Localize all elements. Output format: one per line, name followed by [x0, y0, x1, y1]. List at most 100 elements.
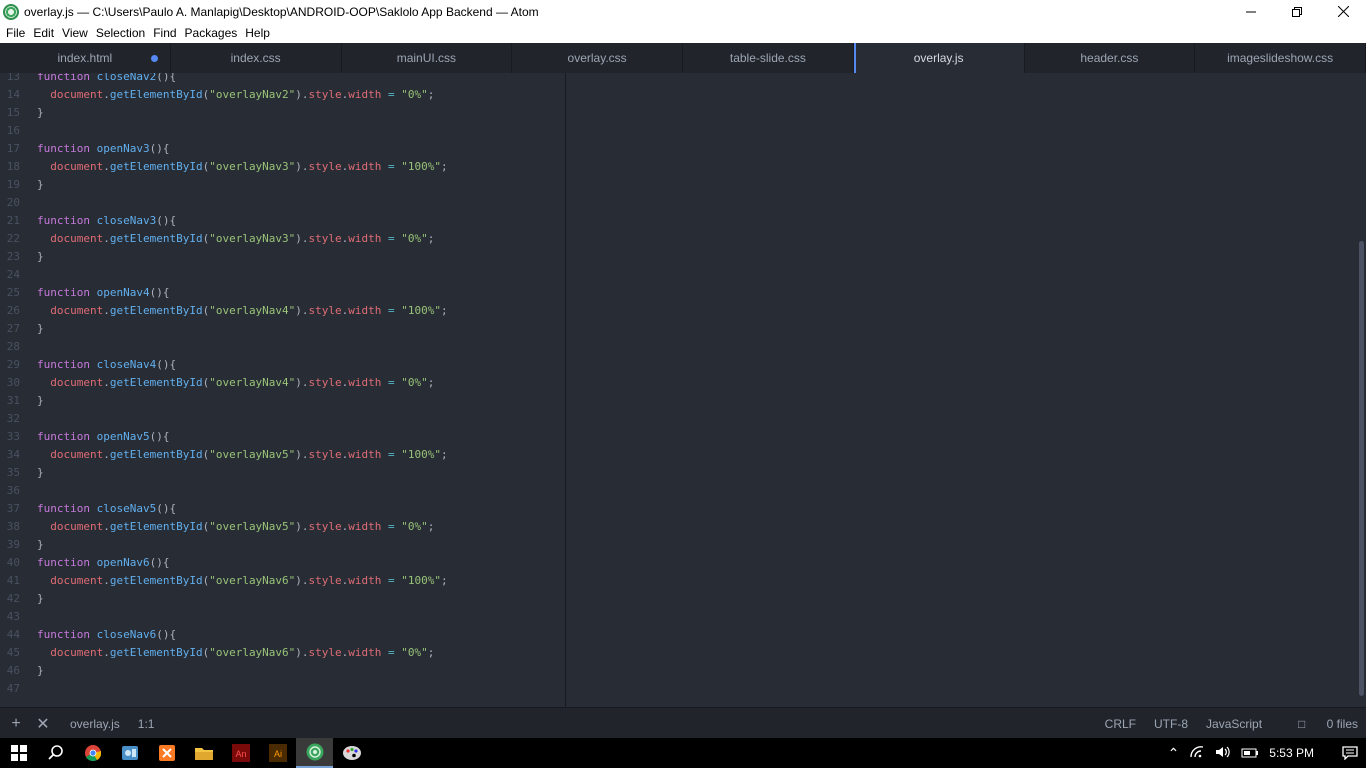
line-number: 35 — [6, 466, 20, 479]
code-text[interactable]: } — [37, 464, 44, 482]
window-controls — [1228, 0, 1366, 23]
restore-button[interactable] — [1274, 0, 1320, 23]
title-bar: overlay.js — C:\Users\Paulo A. Manlapig\… — [0, 0, 1366, 23]
code-text[interactable]: document.getElementById("overlayNav4").s… — [37, 374, 434, 392]
line-number: 29 — [6, 358, 20, 371]
code-text[interactable]: } — [37, 590, 44, 608]
tab-imageslideshow-css[interactable]: imageslideshow.css — [1195, 43, 1366, 73]
line-number: 23 — [6, 250, 20, 263]
status-encoding[interactable]: UTF-8 — [1154, 717, 1188, 731]
search-button[interactable] — [37, 738, 74, 768]
code-text[interactable]: document.getElementById("overlayNav4").s… — [37, 302, 447, 320]
notification-icon — [1342, 746, 1358, 760]
menu-help[interactable]: Help — [241, 26, 274, 40]
menu-find[interactable]: Find — [149, 26, 180, 40]
code-text[interactable]: function closeNav3(){ — [37, 212, 176, 230]
tab-index-css[interactable]: index.css — [171, 43, 342, 73]
line-number: 39 — [6, 538, 20, 551]
tab-label: mainUI.css — [396, 51, 457, 65]
tab-label: overlay.js — [913, 51, 964, 65]
volume-icon[interactable] — [1215, 745, 1231, 761]
menu-packages[interactable]: Packages — [181, 26, 242, 40]
status-git[interactable]: □ 0 files — [1280, 717, 1358, 731]
status-grammar[interactable]: JavaScript — [1206, 717, 1262, 731]
menu-file[interactable]: File — [2, 26, 29, 40]
xampp-button[interactable] — [148, 738, 185, 768]
code-text[interactable]: function openNav4(){ — [37, 284, 169, 302]
code-text[interactable]: } — [37, 392, 44, 410]
paint-button[interactable] — [333, 738, 370, 768]
line-number: 33 — [6, 430, 20, 443]
empty-pane[interactable] — [565, 73, 1366, 707]
code-text[interactable]: document.getElementById("overlayNav3").s… — [37, 230, 434, 248]
vertical-scrollbar[interactable] — [1359, 241, 1364, 696]
add-icon[interactable]: + — [5, 715, 27, 733]
file-explorer-button[interactable] — [185, 738, 222, 768]
code-text[interactable]: function closeNav2(){ — [37, 73, 176, 86]
code-text[interactable]: } — [37, 320, 44, 338]
minimize-button[interactable] — [1228, 0, 1274, 23]
code-text[interactable]: function openNav5(){ — [37, 428, 169, 446]
tab-label: header.css — [1080, 51, 1139, 65]
svg-text:An: An — [235, 749, 246, 759]
code-text[interactable]: function closeNav4(){ — [37, 356, 176, 374]
atom-app-icon — [3, 3, 19, 20]
svg-text:Ai: Ai — [273, 749, 281, 759]
menu-bar: File Edit View Selection Find Packages H… — [0, 23, 1366, 43]
code-text[interactable]: document.getElementById("overlayNav5").s… — [37, 446, 447, 464]
tab-label: table-slide.css — [729, 51, 806, 65]
animate-button[interactable]: An — [222, 738, 259, 768]
menu-edit[interactable]: Edit — [29, 26, 58, 40]
media-player-button[interactable] — [111, 738, 148, 768]
code-text[interactable]: function openNav6(){ — [37, 554, 169, 572]
chrome-button[interactable] — [74, 738, 111, 768]
code-text[interactable]: function closeNav6(){ — [37, 626, 176, 644]
code-text[interactable]: } — [37, 536, 44, 554]
tab-header-css[interactable]: header.css — [1025, 43, 1196, 73]
tab-index-html[interactable]: index.html — [0, 43, 171, 73]
illustrator-icon: Ai — [268, 744, 287, 762]
line-number: 18 — [6, 160, 20, 173]
modified-indicator-icon — [150, 55, 158, 62]
tab-overlay-js[interactable]: overlay.js — [853, 43, 1025, 73]
line-number: 34 — [6, 448, 20, 461]
close-button[interactable] — [1320, 0, 1366, 23]
code-editor[interactable]: 13 function closeNav2(){14 document.getEl… — [0, 73, 565, 707]
menu-selection[interactable]: Selection — [92, 26, 149, 40]
status-file-name[interactable]: overlay.js — [70, 717, 120, 731]
code-text[interactable]: function openNav3(){ — [37, 140, 169, 158]
line-number: 44 — [6, 628, 20, 641]
wifi-icon[interactable] — [1189, 745, 1205, 761]
battery-icon[interactable] — [1241, 745, 1259, 761]
code-text[interactable]: } — [37, 248, 44, 266]
code-text[interactable]: function closeNav5(){ — [37, 500, 176, 518]
code-text[interactable]: document.getElementById("overlayNav6").s… — [37, 572, 447, 590]
line-number: 40 — [6, 556, 20, 569]
menu-view[interactable]: View — [58, 26, 92, 40]
code-text[interactable]: } — [37, 662, 44, 680]
action-center-button[interactable] — [1334, 746, 1366, 760]
animate-icon: An — [231, 744, 250, 762]
line-number: 13 — [6, 73, 20, 83]
tab-table-slide-css[interactable]: table-slide.css — [683, 43, 854, 73]
code-text[interactable]: document.getElementById("overlayNav6").s… — [37, 644, 434, 662]
start-button[interactable] — [0, 738, 37, 768]
close-icon[interactable]: ✕ — [32, 714, 54, 734]
status-cursor-position[interactable]: 1:1 — [138, 717, 155, 731]
code-text[interactable]: } — [37, 176, 44, 194]
code-text[interactable]: document.getElementById("overlayNav3").s… — [37, 158, 447, 176]
tab-overlay-css[interactable]: overlay.css — [512, 43, 683, 73]
status-line-ending[interactable]: CRLF — [1105, 717, 1136, 731]
atom-taskbar-button[interactable] — [296, 738, 333, 768]
line-number: 46 — [6, 664, 20, 677]
code-text[interactable]: document.getElementById("overlayNav2").s… — [37, 86, 434, 104]
tab-mainui-css[interactable]: mainUI.css — [342, 43, 513, 73]
tab-label: index.html — [57, 51, 113, 65]
chevron-up-icon[interactable]: ⌃ — [1168, 745, 1180, 762]
illustrator-button[interactable]: Ai — [259, 738, 296, 768]
line-number: 16 — [6, 124, 20, 137]
code-text[interactable]: document.getElementById("overlayNav5").s… — [37, 518, 434, 536]
line-number: 26 — [6, 304, 20, 317]
code-text[interactable]: } — [37, 104, 44, 122]
taskbar-clock[interactable]: 5:53 PM — [1269, 746, 1314, 760]
